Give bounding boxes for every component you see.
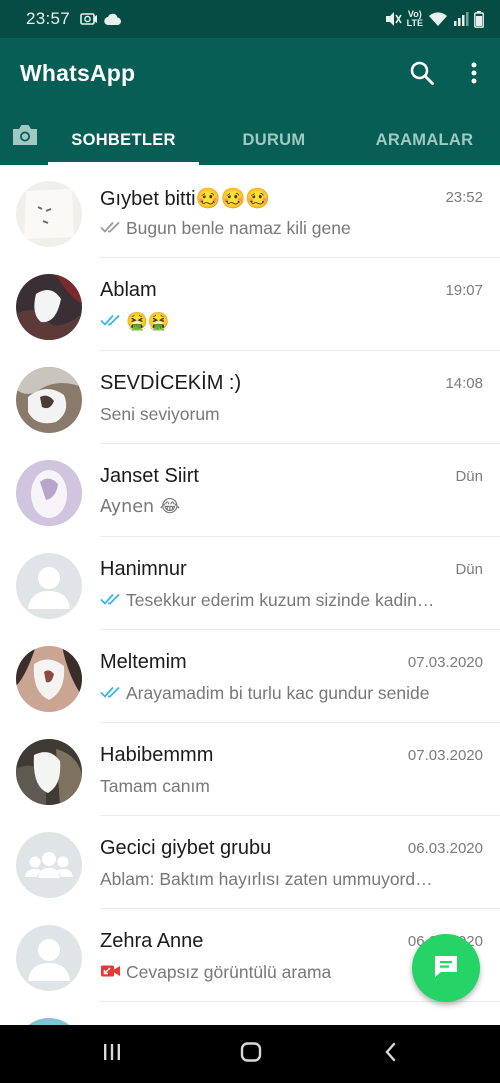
chat-name: Gecici giybet grubu	[100, 837, 272, 859]
status-time: 23:57	[26, 9, 71, 28]
chat-time: 23:52	[445, 189, 483, 206]
double-check-read-icon	[100, 683, 122, 704]
tab-chats[interactable]: SOHBETLER	[48, 116, 199, 165]
chat-list: Gıybet bitti🥴🥴🥴 23:52 Bugun benle namaz …	[0, 165, 500, 1025]
chat-preview: Tamam canım	[100, 776, 210, 796]
avatar[interactable]	[16, 646, 82, 712]
back-icon	[383, 1042, 399, 1067]
home-button[interactable]	[231, 1039, 271, 1069]
chat-row[interactable]: Meltemim 07.03.2020 Arayamadim bi turlu …	[0, 630, 500, 723]
alarm-icon	[80, 11, 98, 27]
chat-name: Zehra Anne	[100, 930, 204, 952]
avatar[interactable]	[16, 367, 82, 433]
chat-row[interactable]: Ablam 19:07 🤮🤮	[0, 258, 500, 351]
chat-name: Meltemim	[100, 651, 187, 673]
avatar[interactable]	[16, 1018, 82, 1025]
chat-row[interactable]: Hanimnur Dün Tesekkur ederim kuzum sizin…	[0, 537, 500, 630]
new-chat-button[interactable]	[412, 934, 480, 1002]
chat-time: 07.03.2020	[407, 747, 483, 764]
recent-apps-button[interactable]	[92, 1039, 132, 1069]
chat-preview: Seni seviyorum	[100, 404, 220, 424]
tab-camera[interactable]	[8, 120, 42, 154]
avatar[interactable]	[16, 832, 82, 898]
chat-row[interactable]: Gecici giybet grubu 06.03.2020 Ablam: Ba…	[0, 816, 500, 909]
app-bar: WhatsApp SOHBETLER DURUM ARAMALAR	[0, 38, 500, 165]
more-options-button[interactable]	[457, 58, 491, 92]
chat-name: Janset Siirt	[100, 465, 199, 487]
volte-icon: Vo) LTE	[406, 9, 423, 28]
chat-time: Dün	[455, 561, 483, 578]
tab-calls[interactable]: ARAMALAR	[349, 116, 500, 165]
mute-icon	[384, 11, 402, 27]
back-button[interactable]	[371, 1039, 411, 1069]
missed-video-call-icon	[100, 962, 122, 983]
camera-icon	[11, 123, 39, 152]
double-check-read-icon	[100, 590, 122, 611]
recent-apps-icon	[102, 1043, 122, 1066]
search-button[interactable]	[405, 58, 439, 92]
wifi-icon	[428, 11, 448, 27]
app-title: WhatsApp	[20, 60, 136, 86]
home-icon	[240, 1041, 262, 1067]
chat-preview: Tesekkur ederim kuzum sizinde kadin…	[100, 590, 475, 611]
chat-preview: Aynen 😂	[100, 497, 181, 517]
double-check-icon	[100, 218, 122, 239]
cloud-icon	[104, 13, 122, 26]
chat-name: Hanimnur	[100, 558, 187, 580]
battery-icon	[474, 10, 484, 28]
signal-icon	[453, 11, 469, 27]
chat-name: Gıybet bitti🥴🥴🥴	[100, 186, 271, 210]
avatar[interactable]	[16, 460, 82, 526]
chat-time: 14:08	[445, 375, 483, 392]
chat-time: 07.03.2020	[407, 654, 483, 671]
chat-row[interactable]: Janset Siirt Dün Aynen 😂	[0, 444, 500, 537]
chat-preview: Arayamadim bi turlu kac gundur senide	[100, 683, 475, 704]
double-check-read-icon	[100, 311, 122, 332]
chat-row[interactable]: Gıybet bitti🥴🥴🥴 23:52 Bugun benle namaz …	[0, 165, 500, 258]
chat-time: Dün	[455, 468, 483, 485]
chat-time: 19:07	[445, 282, 483, 299]
new-chat-icon	[432, 953, 460, 984]
chat-preview: Bugun benle namaz kili gene	[100, 218, 475, 239]
chat-name: Ablam	[100, 279, 157, 301]
avatar[interactable]	[16, 274, 82, 340]
avatar[interactable]	[16, 181, 82, 247]
system-nav-bar	[0, 1025, 500, 1083]
chat-preview: Ablam: Baktım hayırlısı zaten ummuyord…	[100, 869, 433, 889]
chat-row[interactable]	[0, 1002, 500, 1025]
avatar[interactable]	[16, 925, 82, 991]
chat-row[interactable]: SEVDİCEKİM :) 14:08 Seni seviyorum	[0, 351, 500, 444]
avatar[interactable]	[16, 739, 82, 805]
chat-name: Habibemmm	[100, 744, 214, 766]
tab-bar: SOHBETLER DURUM ARAMALAR	[0, 116, 500, 165]
chat-name: SEVDİCEKİM :)	[100, 372, 242, 394]
status-bar: 23:57 Vo) LTE	[0, 0, 500, 38]
more-vert-icon	[470, 61, 478, 90]
chat-row[interactable]: Habibemmm 07.03.2020 Tamam canım	[0, 723, 500, 816]
search-icon	[409, 60, 435, 91]
chat-time: 06.03.2020	[407, 840, 483, 857]
tab-status[interactable]: DURUM	[199, 116, 349, 165]
avatar[interactable]	[16, 553, 82, 619]
chat-preview: 🤮🤮	[100, 311, 475, 332]
